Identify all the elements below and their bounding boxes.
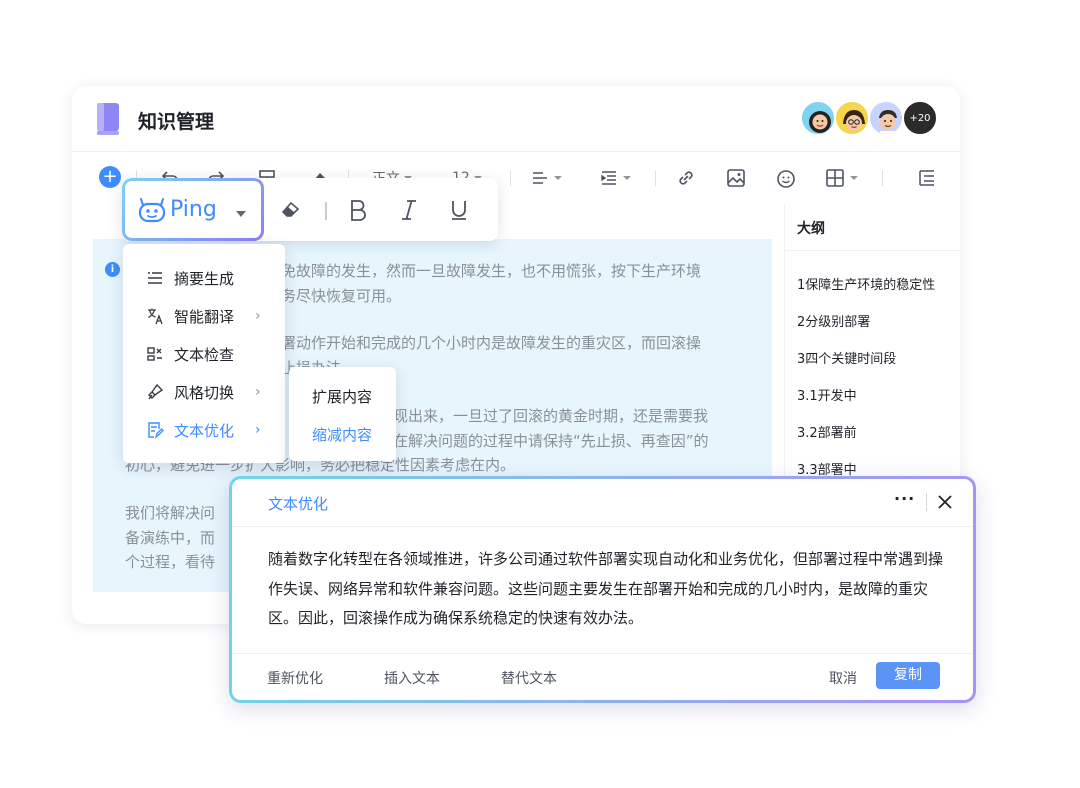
menu-item-text-optimize[interactable]: 文本优化 › (123, 411, 285, 449)
link-icon[interactable] (675, 164, 697, 192)
ping-button[interactable]: Ping (122, 178, 264, 241)
cancel-button[interactable]: 取消 (829, 668, 857, 688)
translate-icon (148, 308, 163, 325)
menu-item-label: 文本检查 (174, 345, 235, 364)
emoji-icon[interactable] (775, 164, 797, 192)
close-icon[interactable] (938, 495, 952, 509)
dialog-divider (232, 526, 973, 527)
submenu-item-shorten[interactable]: 缩减内容 (312, 424, 372, 445)
align-select[interactable] (530, 164, 566, 192)
image-icon[interactable] (725, 164, 747, 192)
indent-select[interactable] (599, 164, 635, 192)
replace-text-button[interactable]: 替代文本 (501, 668, 557, 688)
copy-button[interactable]: 复制 (876, 662, 940, 689)
indent-icon (601, 171, 616, 185)
chevron-down-icon (850, 176, 858, 180)
menu-item-translate[interactable]: 智能翻译 › (123, 297, 285, 335)
more-icon[interactable]: ··· (894, 489, 915, 508)
outline-toggle-icon[interactable] (916, 164, 938, 192)
optimize-submenu: 扩展内容 缩减内容 (289, 367, 396, 461)
toolbar-divider (325, 202, 327, 220)
ping-menu: 摘要生成 智能翻译 › 文本检查 风格切换 › 文本优化 › (123, 244, 285, 463)
outline-item[interactable]: 1保障生产环境的稳定性 (797, 274, 935, 293)
ping-label: Ping (170, 197, 217, 222)
user-face-icon (879, 110, 897, 134)
dialog-divider (926, 493, 927, 511)
outline-item[interactable]: 2分级别部署 (797, 311, 870, 330)
avatar[interactable] (834, 100, 870, 136)
submenu-item-expand[interactable]: 扩展内容 (312, 386, 372, 407)
text-line: 我们将解决问 (125, 504, 216, 522)
chevron-down-icon (554, 176, 562, 180)
reoptimize-button[interactable]: 重新优化 (267, 668, 323, 688)
ping-toolbar: Ping (122, 178, 498, 241)
chevron-right-icon: › (255, 308, 261, 324)
info-icon[interactable]: i (105, 262, 120, 277)
text-line: 备演练中，而 (125, 528, 216, 547)
eraser-icon[interactable] (280, 198, 302, 224)
brush-icon (148, 383, 164, 400)
text-line: 个过程，看待 (125, 553, 216, 571)
menu-item-summary[interactable]: 摘要生成 (123, 259, 285, 297)
chevron-right-icon: › (255, 384, 261, 400)
menu-item-label: 智能翻译 (174, 307, 235, 326)
bold-icon[interactable] (347, 198, 369, 226)
chevron-down-icon (623, 176, 631, 180)
menu-item-label: 摘要生成 (174, 269, 235, 288)
menu-item-label: 文本优化 (174, 421, 235, 440)
text-check-icon (147, 347, 162, 361)
insert-text-button[interactable]: 插入文本 (384, 668, 440, 688)
app-title: 知识管理 (138, 111, 215, 133)
avatar[interactable] (868, 100, 904, 136)
underline-icon[interactable] (448, 198, 470, 226)
collaborator-avatars[interactable]: +20 (800, 100, 938, 138)
outline-item[interactable]: 3四个关键时间段 (797, 348, 896, 367)
title-bar: 知识管理 +20 (72, 86, 960, 152)
book-icon (97, 103, 119, 135)
user-face-icon (809, 111, 831, 133)
text-optimize-icon (148, 422, 164, 439)
table-icon (826, 169, 844, 187)
summary-icon (148, 272, 162, 284)
avatar[interactable] (800, 100, 836, 136)
add-block-button[interactable]: + (99, 166, 121, 188)
outline-divider (785, 250, 960, 251)
menu-item-text-check[interactable]: 文本检查 (123, 335, 285, 373)
align-left-icon (533, 172, 547, 184)
outline-item[interactable]: 3.1开发中 (797, 385, 857, 404)
outline-item[interactable]: 3.2部署前 (797, 422, 857, 441)
more-collaborators-badge[interactable]: +20 (902, 100, 938, 136)
toolbar-divider (882, 170, 883, 186)
user-face-icon (843, 110, 865, 131)
italic-icon[interactable] (398, 198, 420, 226)
toolbar-divider (655, 170, 656, 186)
toolbar-divider (510, 170, 511, 186)
paragraph: 我们将解决问 备演练中，而 个过程，看待 (125, 501, 215, 575)
outline-title: 大纲 (797, 221, 825, 237)
menu-item-style-switch[interactable]: 风格切换 › (123, 373, 285, 411)
optimize-result-dialog: 文本优化 ··· 随着数字化转型在各领域推进，许多公司通过软件部署实现自动化和业… (229, 476, 976, 703)
chevron-right-icon: › (255, 422, 261, 438)
dialog-title: 文本优化 (268, 495, 329, 513)
result-text: 随着数字化转型在各领域推进，许多公司通过软件部署实现自动化和业务优化，但部署过程… (268, 550, 944, 627)
menu-item-label: 风格切换 (174, 383, 235, 402)
dialog-divider (232, 653, 973, 654)
robot-icon (138, 198, 166, 223)
chevron-down-icon (236, 211, 246, 217)
table-select[interactable] (824, 164, 862, 192)
